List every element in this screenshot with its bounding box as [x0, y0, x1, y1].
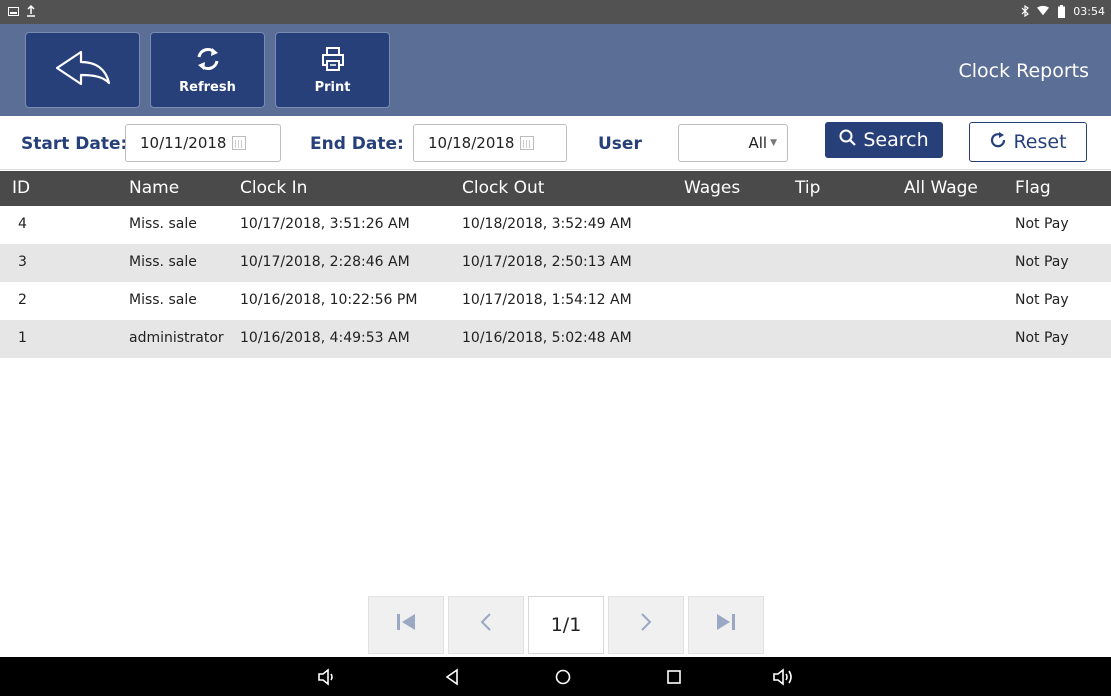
- cell-clock-in: 10/17/2018, 3:51:26 AM: [240, 216, 410, 232]
- start-date-value: 10/11/2018: [140, 134, 227, 152]
- refresh-button[interactable]: Refresh: [150, 32, 265, 108]
- filter-bar: Start Date: 10/11/2018 End Date: 10/18/2…: [0, 116, 1111, 170]
- search-icon: [839, 129, 857, 152]
- first-page-icon: [395, 612, 417, 638]
- last-page-button[interactable]: [688, 596, 764, 654]
- page-title: Clock Reports: [958, 60, 1089, 82]
- status-time: 03:54: [1073, 4, 1105, 18]
- calendar-icon: [520, 136, 535, 150]
- end-date-value: 10/18/2018: [428, 134, 515, 152]
- dropdown-caret-icon: ▼: [770, 138, 777, 148]
- start-date-label: Start Date:: [21, 134, 128, 154]
- cell-name: Miss. sale: [129, 254, 197, 270]
- battery-icon: [1055, 4, 1067, 18]
- cell-name: Miss. sale: [129, 292, 197, 308]
- column-all-wage[interactable]: All Wage: [904, 178, 978, 198]
- system-nav-bar: [0, 657, 1111, 696]
- print-label: Print: [314, 79, 351, 95]
- end-date-input[interactable]: 10/18/2018: [413, 124, 567, 162]
- cell-clock-in: 10/17/2018, 2:28:46 AM: [240, 254, 410, 270]
- end-date-label: End Date:: [310, 134, 404, 154]
- first-page-button[interactable]: [368, 596, 444, 654]
- table-row[interactable]: 2 Miss. sale 10/16/2018, 10:22:56 PM 10/…: [0, 282, 1111, 320]
- cell-flag: Not Pay: [1015, 330, 1069, 346]
- back-arrow-icon: [51, 48, 115, 92]
- table-row[interactable]: 3 Miss. sale 10/17/2018, 2:28:46 AM 10/1…: [0, 244, 1111, 282]
- upload-icon: [25, 4, 37, 18]
- cell-id: 4: [18, 216, 27, 232]
- status-bar: 03:54: [0, 0, 1111, 24]
- next-page-button[interactable]: [608, 596, 684, 654]
- recents-nav-icon[interactable]: [663, 667, 685, 687]
- column-tip[interactable]: Tip: [795, 178, 820, 198]
- cell-clock-in: 10/16/2018, 10:22:56 PM: [240, 292, 418, 308]
- back-button[interactable]: [25, 32, 140, 108]
- print-button[interactable]: Print: [275, 32, 390, 108]
- pagination: 1/1: [368, 596, 764, 654]
- refresh-label: Refresh: [179, 79, 236, 95]
- column-clock-out[interactable]: Clock Out: [462, 178, 544, 198]
- printer-icon: [321, 46, 345, 76]
- table-row[interactable]: 1 administrator 10/16/2018, 4:49:53 AM 1…: [0, 320, 1111, 358]
- cell-clock-out: 10/17/2018, 1:54:12 AM: [462, 292, 632, 308]
- cell-name: Miss. sale: [129, 216, 197, 232]
- previous-page-button[interactable]: [448, 596, 524, 654]
- start-date-input[interactable]: 10/11/2018: [125, 124, 281, 162]
- bluetooth-icon: [1019, 4, 1031, 18]
- back-nav-icon[interactable]: [441, 667, 463, 687]
- search-label: Search: [863, 129, 929, 151]
- home-nav-icon[interactable]: [552, 667, 574, 687]
- last-page-icon: [715, 612, 737, 638]
- cell-flag: Not Pay: [1015, 292, 1069, 308]
- table-row[interactable]: 4 Miss. sale 10/17/2018, 3:51:26 AM 10/1…: [0, 206, 1111, 244]
- reset-icon: [989, 131, 1007, 154]
- cell-flag: Not Pay: [1015, 216, 1069, 232]
- cell-name: administrator: [129, 330, 224, 346]
- user-select-value: All: [748, 134, 768, 152]
- header: Refresh Print Clock Reports: [0, 24, 1111, 116]
- column-name[interactable]: Name: [129, 178, 179, 198]
- refresh-icon: [195, 46, 221, 76]
- column-clock-in[interactable]: Clock In: [240, 178, 307, 198]
- table-body: 4 Miss. sale 10/17/2018, 3:51:26 AM 10/1…: [0, 206, 1111, 358]
- chevron-right-icon: [640, 612, 652, 638]
- cell-clock-out: 10/17/2018, 2:50:13 AM: [462, 254, 632, 270]
- page-indicator: 1/1: [528, 596, 604, 654]
- cell-id: 2: [18, 292, 27, 308]
- calendar-icon: [232, 136, 247, 150]
- reset-button[interactable]: Reset: [969, 122, 1087, 162]
- table-header: ID Name Clock In Clock Out Wages Tip All…: [0, 171, 1111, 206]
- chevron-left-icon: [480, 612, 492, 638]
- user-label: User: [598, 134, 642, 154]
- cell-clock-out: 10/16/2018, 5:02:48 AM: [462, 330, 632, 346]
- cell-flag: Not Pay: [1015, 254, 1069, 270]
- cell-clock-out: 10/18/2018, 3:52:49 AM: [462, 216, 632, 232]
- user-select[interactable]: All ▼: [678, 124, 788, 162]
- reset-label: Reset: [1013, 131, 1067, 153]
- cell-id: 1: [18, 330, 27, 346]
- volume-down-icon[interactable]: [316, 667, 338, 687]
- screenshot-icon: [7, 4, 19, 18]
- search-button[interactable]: Search: [825, 122, 943, 158]
- column-wages[interactable]: Wages: [684, 178, 740, 198]
- cell-id: 3: [18, 254, 27, 270]
- column-flag[interactable]: Flag: [1015, 178, 1051, 198]
- wifi-icon: [1037, 4, 1050, 18]
- cell-clock-in: 10/16/2018, 4:49:53 AM: [240, 330, 410, 346]
- volume-up-icon[interactable]: [772, 667, 794, 687]
- column-id[interactable]: ID: [12, 178, 30, 198]
